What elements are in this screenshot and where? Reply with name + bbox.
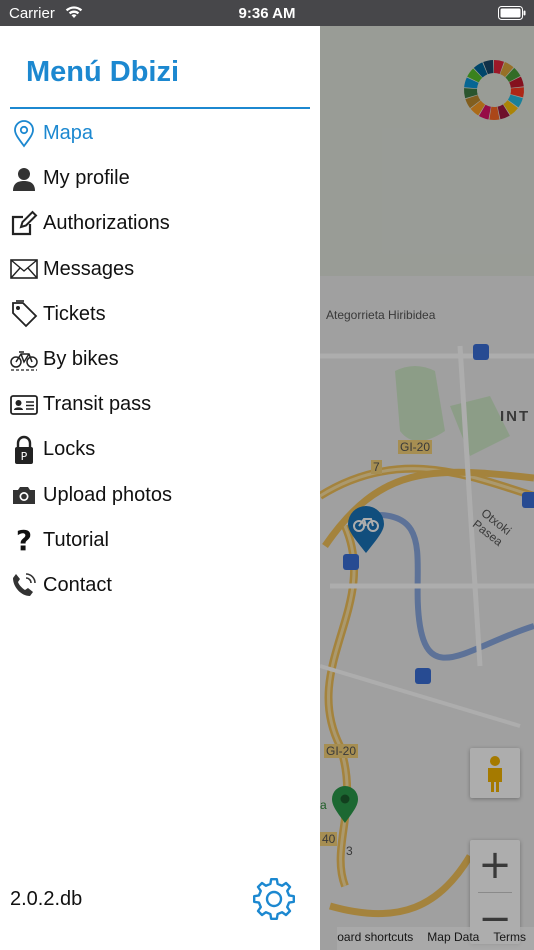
menu-item-messages[interactable]: Messages [0, 247, 320, 292]
pegman-icon [488, 756, 502, 792]
svg-text:?: ? [16, 526, 32, 554]
menu-item-tickets[interactable]: Tickets [0, 292, 320, 337]
question-icon: ? [10, 526, 38, 554]
envelope-icon [10, 255, 38, 283]
camera-icon [10, 481, 38, 509]
menu-item-label: Authorizations [43, 212, 170, 235]
drawer-title: Menú Dbizi [26, 56, 180, 88]
map-label: Ategorrieta Hiribidea [326, 308, 436, 322]
bus-stop-icon[interactable] [415, 668, 431, 684]
lock-icon: P [10, 435, 38, 464]
map-data-link[interactable]: Map Data [427, 930, 479, 950]
status-bar: Carrier 9:36 AM [0, 0, 534, 26]
map-label: GI-20 [398, 440, 433, 454]
menu-item-my-profile[interactable]: My profile [0, 156, 320, 201]
place-pin-icon[interactable] [331, 786, 359, 829]
menu-item-tutorial[interactable]: ? Tutorial [0, 518, 320, 563]
map-label: 40 [320, 832, 338, 846]
bus-stop-icon[interactable] [473, 344, 489, 360]
menu-item-label: Upload photos [43, 483, 172, 506]
map-label: a [320, 798, 327, 812]
map-label: 7 [371, 460, 382, 474]
location-pin-icon [10, 119, 38, 148]
keyboard-shortcuts-link[interactable]: oard shortcuts [337, 930, 413, 950]
bike-station-pin-icon[interactable] [347, 506, 385, 559]
menu-item-label: Tutorial [43, 528, 109, 551]
menu-item-transit-pass[interactable]: Transit pass [0, 382, 320, 427]
menu-item-upload-photos[interactable]: Upload photos [0, 473, 320, 518]
menu-item-label: Transit pass [43, 393, 152, 416]
menu-item-label: Messages [43, 257, 135, 280]
app-version: 2.0.2.db [10, 888, 83, 910]
drawer-menu: Mapa My profile Authorizations Messages … [0, 111, 320, 608]
bus-stop-icon[interactable] [522, 492, 534, 508]
user-icon [10, 165, 38, 193]
svg-text:P: P [21, 450, 28, 463]
menu-item-label: Mapa [43, 122, 94, 145]
side-drawer: Menú Dbizi Mapa My profile Authorization… [0, 26, 320, 950]
menu-item-label: By bikes [43, 348, 119, 371]
menu-item-contact[interactable]: Contact [0, 563, 320, 608]
menu-item-label: Tickets [43, 302, 106, 325]
menu-item-label: My profile [43, 167, 130, 190]
zoom-separator [478, 892, 512, 893]
map-label: INT [500, 408, 531, 425]
bike-icon [10, 346, 38, 374]
tag-icon [10, 300, 38, 328]
gear-icon [253, 878, 295, 920]
menu-item-mapa[interactable]: Mapa [0, 111, 320, 156]
street-view-pegman-button[interactable] [470, 748, 520, 798]
status-time: 9:36 AM [238, 5, 296, 22]
menu-item-by-bikes[interactable]: By bikes [0, 337, 320, 382]
id-card-icon [10, 391, 38, 419]
edit-icon [10, 210, 38, 238]
drawer-divider [10, 107, 310, 109]
phone-icon [10, 571, 38, 599]
menu-item-label: Locks [43, 438, 96, 461]
battery-icon [498, 6, 526, 24]
menu-item-label: Contact [43, 573, 112, 596]
map-label: 3 [346, 844, 353, 858]
zoom-in-button[interactable]: + [470, 840, 520, 890]
menu-item-authorizations[interactable]: Authorizations [0, 201, 320, 246]
map-label: GI-20 [324, 744, 359, 758]
sdg-wheel-logo [462, 58, 526, 127]
settings-button[interactable] [251, 876, 297, 922]
terms-link[interactable]: Terms [493, 930, 526, 950]
sdg-wheel-segment [489, 106, 500, 120]
menu-item-locks[interactable]: P Locks [0, 427, 320, 472]
map-attribution: oard shortcuts Map Data Terms [337, 927, 534, 950]
